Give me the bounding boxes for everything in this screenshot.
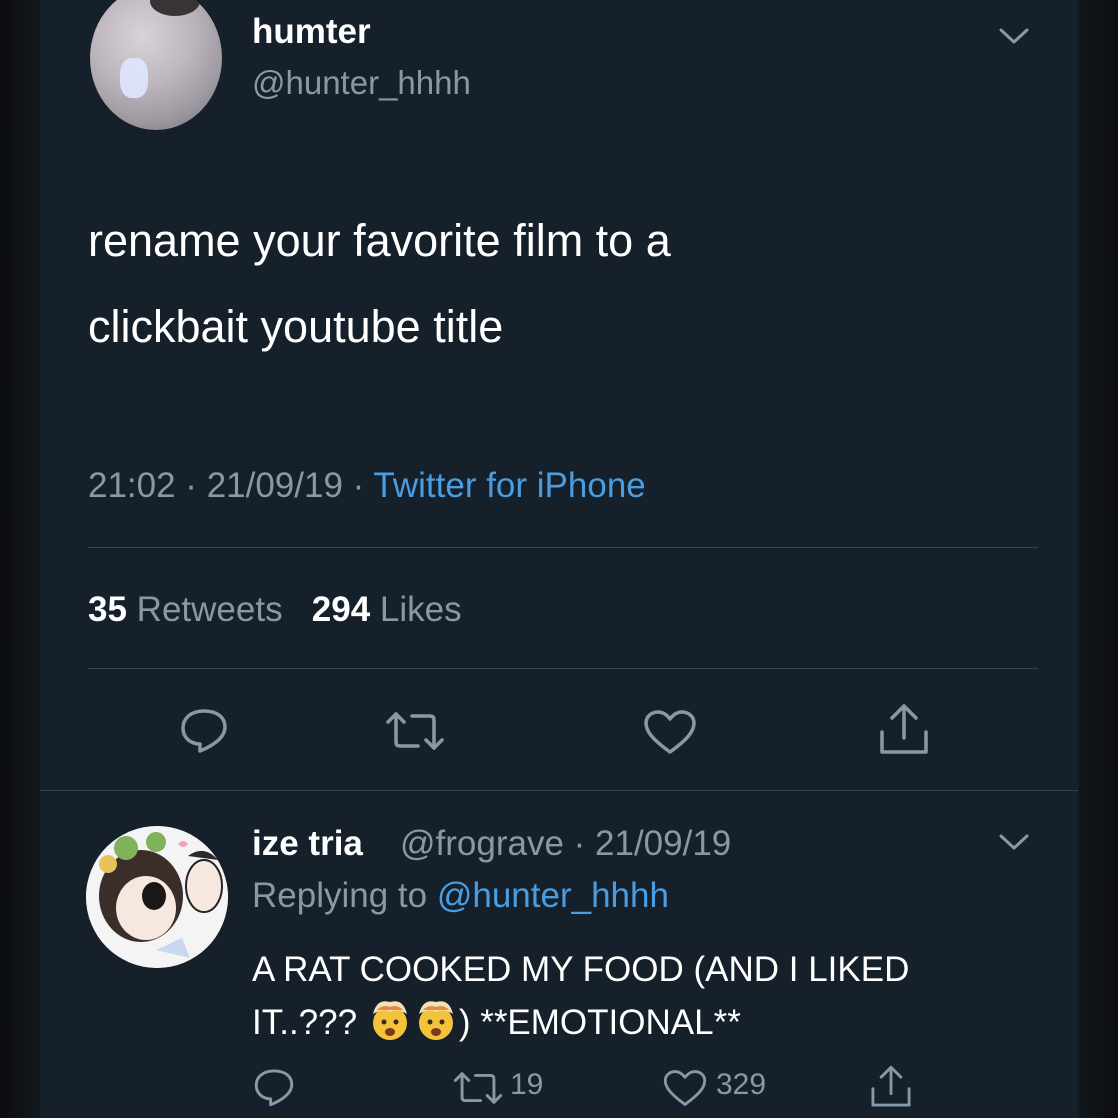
left-edge-shadow bbox=[0, 0, 40, 1118]
like-count[interactable]: 294 bbox=[312, 590, 370, 629]
comment-bubble-icon[interactable] bbox=[252, 1066, 296, 1108]
replying-prefix: Replying to bbox=[252, 876, 437, 915]
avatar-drawing bbox=[86, 826, 228, 968]
replying-to: Replying to @hunter_hhhh bbox=[252, 876, 669, 916]
tweet-stats: 35 Retweets 294 Likes bbox=[88, 590, 462, 630]
avatar-detail bbox=[120, 58, 148, 98]
chevron-down-icon[interactable] bbox=[998, 26, 1030, 46]
reply-text-line: A RAT COOKED MY FOOD (AND I LIKED bbox=[252, 950, 910, 989]
reply-text-part: ) **EMOTIONAL** bbox=[458, 1003, 741, 1042]
tweet-timestamp: 21:02 · 21/09/19 · Twitter for iPhone bbox=[88, 466, 646, 506]
replying-mention[interactable]: @hunter_hhhh bbox=[437, 876, 669, 915]
reply-display-name[interactable]: ize tria bbox=[252, 824, 363, 864]
author-handle[interactable]: @hunter_hhhh bbox=[252, 64, 471, 102]
exploding-head-emoji bbox=[418, 1001, 453, 1040]
reply-author-avatar[interactable] bbox=[86, 826, 228, 968]
retweet-count[interactable]: 35 bbox=[88, 590, 127, 629]
retweet-arrows-icon[interactable] bbox=[452, 1070, 504, 1106]
retweet-arrows-icon[interactable] bbox=[384, 710, 446, 752]
reply-retweet-count: 19 bbox=[510, 1068, 544, 1101]
heart-icon[interactable] bbox=[662, 1068, 708, 1108]
tweet-text-line: clickbait youtube title bbox=[88, 301, 504, 352]
tweet-text: rename your favorite film to a clickbait… bbox=[88, 198, 988, 370]
exploding-head-emoji bbox=[372, 1001, 407, 1040]
share-upload-icon[interactable] bbox=[868, 1064, 914, 1110]
divider bbox=[88, 547, 1038, 548]
reply-like-count: 329 bbox=[716, 1068, 767, 1101]
comment-bubble-icon[interactable] bbox=[178, 706, 230, 754]
tweet-detail-view: humter @hunter_hhhh rename your favorite… bbox=[40, 0, 1078, 1118]
time-date[interactable]: 21:02 · 21/09/19 · bbox=[88, 466, 373, 505]
divider bbox=[88, 668, 1038, 669]
author-avatar[interactable] bbox=[90, 0, 222, 130]
reply-text: A RAT COOKED MY FOOD (AND I LIKED IT..??… bbox=[252, 944, 1052, 1049]
reply-text-line: IT..??? ) **EMOTIONAL** bbox=[252, 996, 1052, 1049]
tweet-text-line: rename your favorite film to a bbox=[88, 215, 671, 266]
retweet-label[interactable]: Retweets bbox=[137, 590, 283, 629]
like-label[interactable]: Likes bbox=[380, 590, 462, 629]
divider bbox=[40, 790, 1078, 791]
author-display-name[interactable]: humter bbox=[252, 12, 371, 52]
reply-handle-date[interactable]: @frograve · 21/09/19 bbox=[400, 824, 731, 864]
share-upload-icon[interactable] bbox=[876, 702, 932, 758]
chevron-down-icon[interactable] bbox=[998, 832, 1030, 852]
heart-icon[interactable] bbox=[642, 708, 698, 756]
tweet-source[interactable]: Twitter for iPhone bbox=[373, 466, 645, 505]
right-edge-shadow bbox=[1078, 0, 1118, 1118]
avatar-detail bbox=[150, 0, 200, 16]
reply-text-part: IT..??? bbox=[252, 1003, 358, 1042]
